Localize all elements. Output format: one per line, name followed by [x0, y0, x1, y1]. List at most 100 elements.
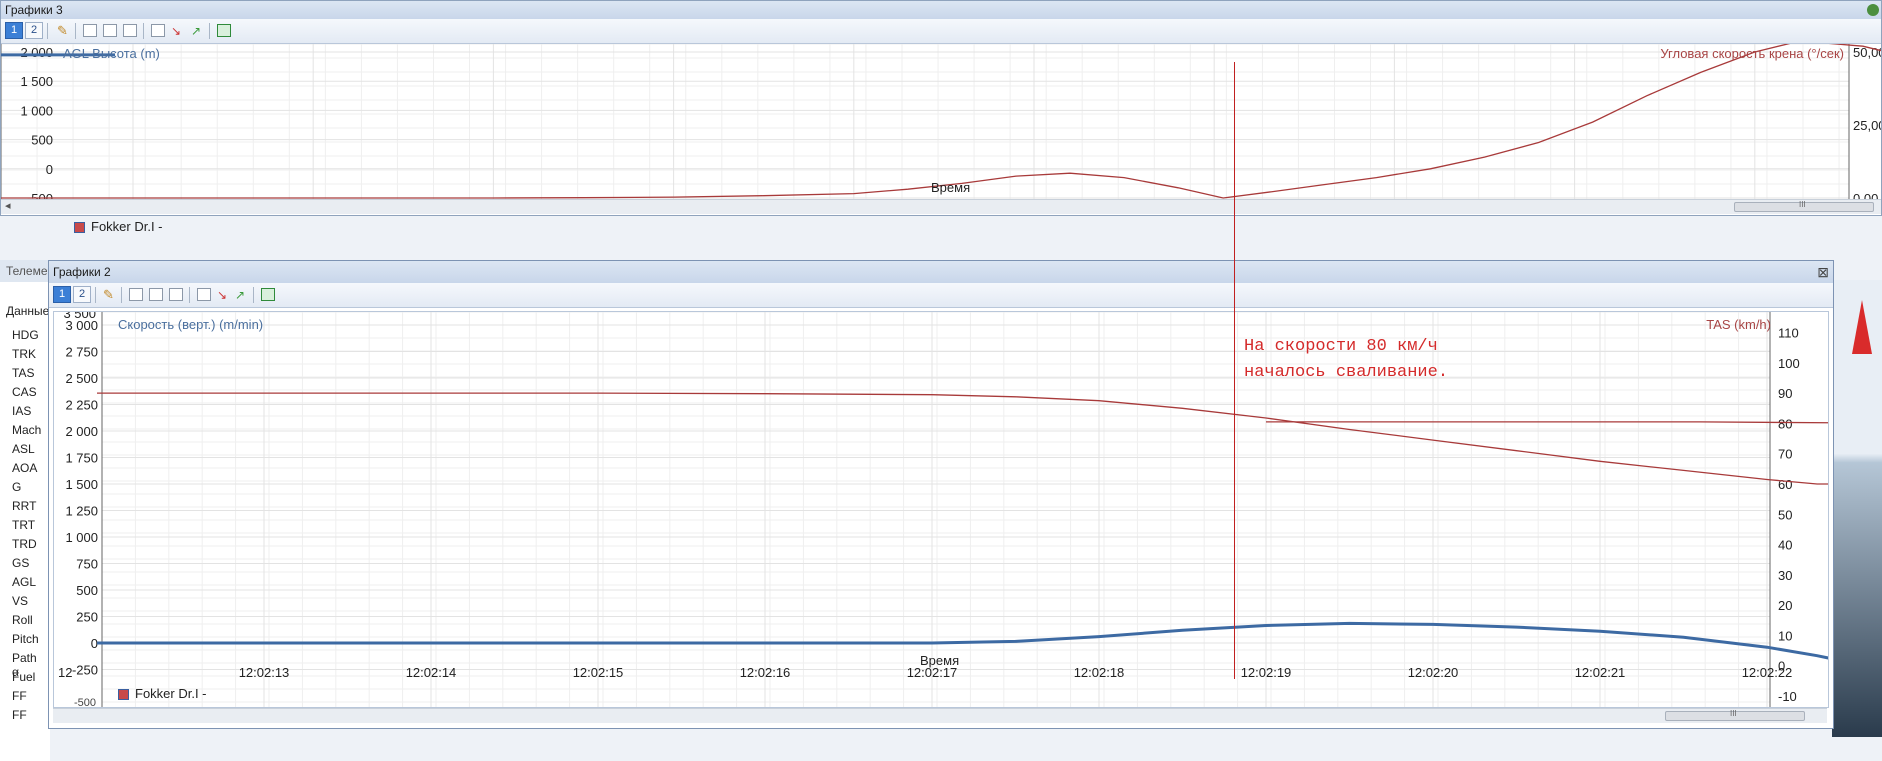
y-left-tick-label: -250	[72, 663, 98, 678]
legend-label: Fokker Dr.I -	[91, 219, 163, 234]
telemetry-item[interactable]: AOA	[12, 461, 37, 475]
telemetry-item[interactable]: Roll	[12, 613, 33, 627]
chart-remove-icon[interactable]	[123, 24, 137, 37]
y-left-tick-label: 1 500	[20, 74, 53, 89]
telemetry-item[interactable]: Fuel	[12, 670, 35, 684]
y-bottom-partial-tick: -500	[74, 697, 96, 707]
y-right-tick-label: 25,00	[1853, 118, 1881, 133]
document-icon[interactable]	[151, 24, 165, 37]
altitude-plot[interactable]: 2 0001 5001 0005000-500 50,0025,000,00 1…	[0, 42, 1882, 217]
horizontal-scrollbar[interactable]: ◂ III	[1, 199, 1881, 214]
telemetry-item[interactable]: FF	[12, 708, 27, 722]
y-left-axis-label: Скорость (верт.) (m/min)	[118, 317, 263, 332]
chart-edit-icon[interactable]	[149, 288, 163, 301]
chart-add-icon[interactable]	[129, 288, 143, 301]
horizontal-scrollbar[interactable]: III	[53, 708, 1827, 723]
series-line-2	[1266, 421, 1834, 424]
x-tick-label: 12:02:16	[740, 665, 791, 680]
toolbar-separator	[253, 287, 254, 303]
y-right-tick-label: 50	[1778, 507, 1792, 522]
x-tick-label: 12:02:20	[1408, 665, 1459, 680]
view-2-button[interactable]: 2	[25, 22, 43, 39]
telemetry-item[interactable]: AGL	[12, 575, 36, 589]
document-icon[interactable]	[197, 288, 211, 301]
chart-edit-icon[interactable]	[103, 24, 117, 37]
toolbar-separator	[75, 23, 76, 39]
y-left-tick-label: 2 000	[20, 45, 53, 60]
y-left-tick-label: 1 000	[65, 530, 98, 545]
arrow-red-icon[interactable]: ↘	[171, 24, 185, 38]
speed-plot[interactable]: 3 2503 0002 7502 5002 2502 0001 7501 500…	[53, 265, 1882, 709]
arrow-green-icon[interactable]: ↗	[235, 288, 249, 302]
view-2-button[interactable]: 2	[73, 286, 91, 303]
legend-label: Fokker Dr.I -	[135, 686, 207, 701]
scroll-grip: III	[1799, 200, 1806, 209]
scroll-left-arrow[interactable]: ◂	[5, 199, 11, 212]
chart-legend[interactable]: Fokker Dr.I -	[74, 219, 163, 234]
wrench-icon[interactable]: ✎	[57, 24, 71, 37]
chart-remove-icon[interactable]	[169, 288, 183, 301]
x-axis-label: Время	[931, 180, 970, 195]
view-1-button[interactable]: 1	[53, 286, 71, 303]
window-titlebar[interactable]: Графики 3	[1, 1, 1881, 19]
y-left-tick-label: 250	[76, 610, 98, 625]
y-left-tick-label: 0	[91, 636, 98, 651]
telemetry-item[interactable]: TAS	[12, 366, 34, 380]
telemetry-item[interactable]: HDG	[12, 328, 39, 342]
toolbar-separator	[121, 287, 122, 303]
telemetry-tab[interactable]: Телеме	[0, 260, 50, 282]
chart-toolbar: 1 2 ✎ ↘ ↗	[49, 283, 1833, 308]
telemetry-item[interactable]: Mach	[12, 423, 41, 437]
wrench-icon[interactable]: ✎	[103, 288, 117, 301]
legend-swatch	[74, 222, 85, 234]
telemetry-item[interactable]: TRD	[12, 537, 37, 551]
arrow-red-icon[interactable]: ↘	[217, 288, 231, 302]
x-tick-label: 12:02:13	[239, 665, 290, 680]
telemetry-item[interactable]: CAS	[12, 385, 37, 399]
y-right-tick-label: 90	[1778, 386, 1792, 401]
view-1-button[interactable]: 1	[5, 22, 23, 39]
arrow-green-icon[interactable]: ↗	[191, 24, 205, 38]
time-cursor-line[interactable]	[1234, 62, 1235, 679]
y-left-tick-label: 1 500	[65, 477, 98, 492]
y-left-tick-label: 500	[76, 583, 98, 598]
telemetry-item[interactable]: GS	[12, 556, 29, 570]
scrollbar-thumb[interactable]: III	[1665, 709, 1805, 721]
toolbar-separator	[143, 23, 144, 39]
x-tick-label: 12:02:22	[1742, 665, 1793, 680]
legend-swatch	[118, 689, 129, 701]
chart-add-icon[interactable]	[83, 24, 97, 37]
telemetry-item[interactable]: TRK	[12, 347, 36, 361]
telemetry-header: Данные	[6, 304, 50, 318]
app-icon	[1867, 4, 1879, 16]
y-right-axis-label: Угловая скорость крена (°/сек)	[1660, 46, 1844, 61]
chart-legend[interactable]: Fokker Dr.I -	[118, 686, 207, 701]
y-left-tick-label: 1 000	[20, 103, 53, 118]
export-icon[interactable]	[261, 288, 275, 301]
x-tick-label: 12:02:18	[1074, 665, 1125, 680]
scroll-grip: III	[1730, 709, 1737, 718]
export-icon[interactable]	[217, 24, 231, 37]
y-left-tick-label: 1 750	[65, 451, 98, 466]
telemetry-item[interactable]: ASL	[12, 442, 35, 456]
toolbar-separator	[209, 23, 210, 39]
telemetry-item[interactable]: VS	[12, 594, 28, 608]
telemetry-item[interactable]: RRT	[12, 499, 36, 513]
scrollbar-thumb[interactable]: III	[1734, 200, 1874, 212]
y-right-tick-label: 100	[1778, 356, 1800, 371]
altitude-chart-svg: 2 0001 5001 0005000-500 50,0025,000,00 1…	[0, 42, 1882, 217]
close-icon[interactable]: ⊠	[1817, 261, 1829, 283]
telemetry-item[interactable]: TRT	[12, 518, 35, 532]
telemetry-item[interactable]: Pitch	[12, 632, 39, 646]
x-axis-label: Время	[920, 653, 959, 668]
telemetry-item[interactable]: FF	[12, 689, 27, 703]
y-right-tick-label: 70	[1778, 447, 1792, 462]
window-title: Графики 3	[5, 3, 63, 17]
telemetry-item[interactable]: IAS	[12, 404, 31, 418]
y-left-tick-label: 2 250	[65, 398, 98, 413]
toolbar-separator	[95, 287, 96, 303]
x-tick-label: 12:02:21	[1575, 665, 1626, 680]
window-titlebar[interactable]: Графики 2 ⊠	[49, 261, 1833, 283]
y-right-axis-label: TAS (km/h)	[1706, 317, 1771, 332]
telemetry-item[interactable]: G	[12, 480, 21, 494]
